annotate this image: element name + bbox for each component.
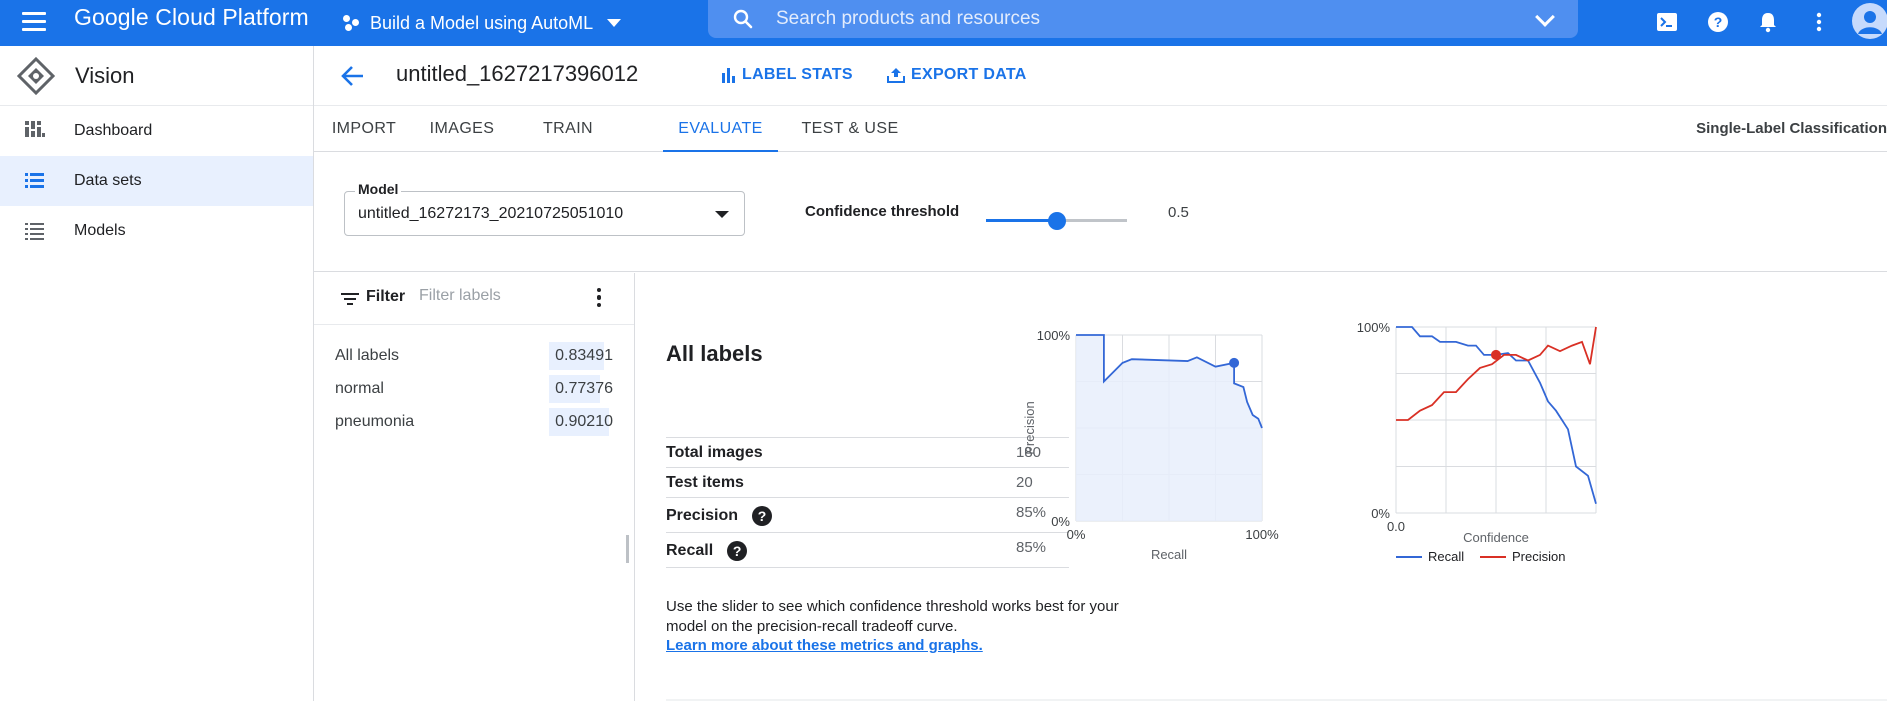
dashboard-icon (24, 120, 46, 142)
label-filter-panel: Filter All labels 0.83491 normal 0.77376… (314, 273, 635, 701)
sidebar-item-label: Models (74, 222, 126, 239)
search-input[interactable] (776, 8, 1476, 30)
menu-icon[interactable] (22, 12, 46, 32)
filter-bar: Filter (314, 273, 634, 325)
left-navigation: Vision Dashboard Data sets Models (0, 46, 314, 701)
label-score-value: 0.90210 (555, 413, 613, 430)
cloud-shell-icon[interactable] (1652, 7, 1682, 37)
label-row-all[interactable]: All labels 0.83491 (335, 342, 615, 370)
label-name: pneumonia (335, 413, 415, 430)
search-expand-icon[interactable] (1535, 7, 1555, 27)
page-title: untitled_1627217396012 (396, 61, 639, 86)
models-icon (24, 220, 46, 242)
x-tick-label: 100% (1245, 527, 1279, 542)
tab-evaluate[interactable]: EVALUATE (663, 106, 778, 152)
x-axis-label: Confidence (1463, 530, 1529, 545)
sidebar-item-datasets[interactable]: Data sets (0, 156, 313, 206)
account-avatar-icon[interactable] (1852, 3, 1887, 39)
brand-title[interactable]: Google Cloud Platform (74, 4, 309, 31)
threshold-marker (1491, 349, 1501, 360)
y-axis-label: Precision (1022, 401, 1037, 454)
confidence-threshold-slider[interactable] (986, 209, 1127, 233)
svg-text:?: ? (1714, 14, 1723, 30)
tab-test-and-use[interactable]: TEST & USE (795, 106, 905, 152)
search-bar[interactable] (708, 0, 1578, 38)
model-controls: Model untitled_16272173_20210725051010 C… (314, 152, 1887, 272)
project-selector[interactable]: Build a Model using AutoML (342, 6, 622, 40)
filter-label: Filter (366, 288, 406, 305)
panel-resize-handle[interactable] (626, 535, 629, 563)
top-app-bar: Google Cloud Platform Build a Model usin… (0, 0, 1887, 46)
filter-icon (341, 292, 359, 306)
model-select-label: Model (355, 181, 402, 197)
bar-chart-icon (722, 68, 735, 83)
model-select-value: untitled_16272173_20210725051010 (358, 205, 624, 222)
x-axis-label: Recall (1151, 547, 1187, 562)
y-tick-label: 100% (1037, 328, 1071, 343)
label-score: 0.83491 (549, 342, 615, 370)
more-vert-icon[interactable] (1804, 7, 1834, 37)
sidebar-item-label: Data sets (74, 172, 142, 189)
charts-canvas: 100%0%0% 100%RecallPrecision100%0%0.0Conf… (1022, 320, 1597, 564)
datasets-icon (24, 170, 46, 192)
tab-images[interactable]: IMAGES (422, 106, 502, 152)
label-row-pneumonia[interactable]: pneumonia 0.90210 (335, 408, 615, 436)
notifications-icon[interactable] (1753, 7, 1783, 37)
help-icon[interactable]: ? (1703, 7, 1733, 37)
confidence-threshold-label: Confidence threshold (805, 203, 960, 220)
sidebar-item-label: Dashboard (74, 122, 153, 139)
slider-fill (986, 219, 1057, 222)
tab-import[interactable]: IMPORT (324, 106, 404, 152)
confidence-threshold-value: 0.5 (1168, 204, 1189, 221)
label-name: normal (335, 380, 384, 397)
search-icon (732, 8, 754, 30)
more-vert-icon[interactable] (596, 288, 602, 310)
product-title: Vision (75, 62, 135, 88)
slider-thumb[interactable] (1047, 212, 1066, 230)
export-data-label: EXPORT DATA (911, 66, 1027, 83)
upload-icon (887, 68, 905, 83)
label-stats-label: LABEL STATS (742, 66, 853, 83)
label-row-normal[interactable]: normal 0.77376 (335, 375, 615, 403)
dataset-header: untitled_1627217396012 LABEL STATS EXPOR… (314, 46, 1887, 106)
label-stats-button[interactable]: LABEL STATS (721, 66, 853, 84)
filter-labels-input[interactable] (419, 287, 559, 305)
y-tick-label: 100% (1357, 320, 1391, 335)
legend-label-precision: Precision (1512, 549, 1565, 564)
x-tick-label: 0.0 (1387, 519, 1405, 534)
chevron-down-icon (607, 19, 622, 27)
product-header: Vision (0, 46, 313, 106)
label-score: 0.77376 (549, 375, 615, 403)
tab-train[interactable]: TRAIN (530, 106, 606, 152)
threshold-marker (1229, 357, 1240, 368)
project-icon (342, 14, 360, 32)
sidebar-item-models[interactable]: Models (0, 206, 313, 256)
label-score-value: 0.77376 (555, 380, 613, 397)
x-tick-label: 0% (1067, 527, 1086, 542)
sidebar-item-dashboard[interactable]: Dashboard (0, 106, 313, 156)
tab-bar: IMPORT IMAGES TRAIN EVALUATE TEST & USE … (314, 106, 1887, 152)
export-data-button[interactable]: EXPORT DATA (887, 66, 1027, 84)
back-arrow-icon[interactable] (340, 64, 366, 88)
vision-product-icon (16, 56, 56, 95)
label-score-value: 0.83491 (555, 347, 613, 364)
dropdown-arrow-icon (715, 211, 729, 218)
legend-label-recall: Recall (1428, 549, 1464, 564)
project-name: Build a Model using AutoML (370, 12, 594, 33)
model-select[interactable]: Model untitled_16272173_20210725051010 (344, 181, 745, 236)
label-name: All labels (335, 347, 400, 364)
label-score: 0.90210 (549, 408, 615, 436)
evaluation-content: All labels Total images 180 Test items 2… (636, 273, 1887, 701)
classification-type: Single-Label Classification (1696, 120, 1887, 137)
